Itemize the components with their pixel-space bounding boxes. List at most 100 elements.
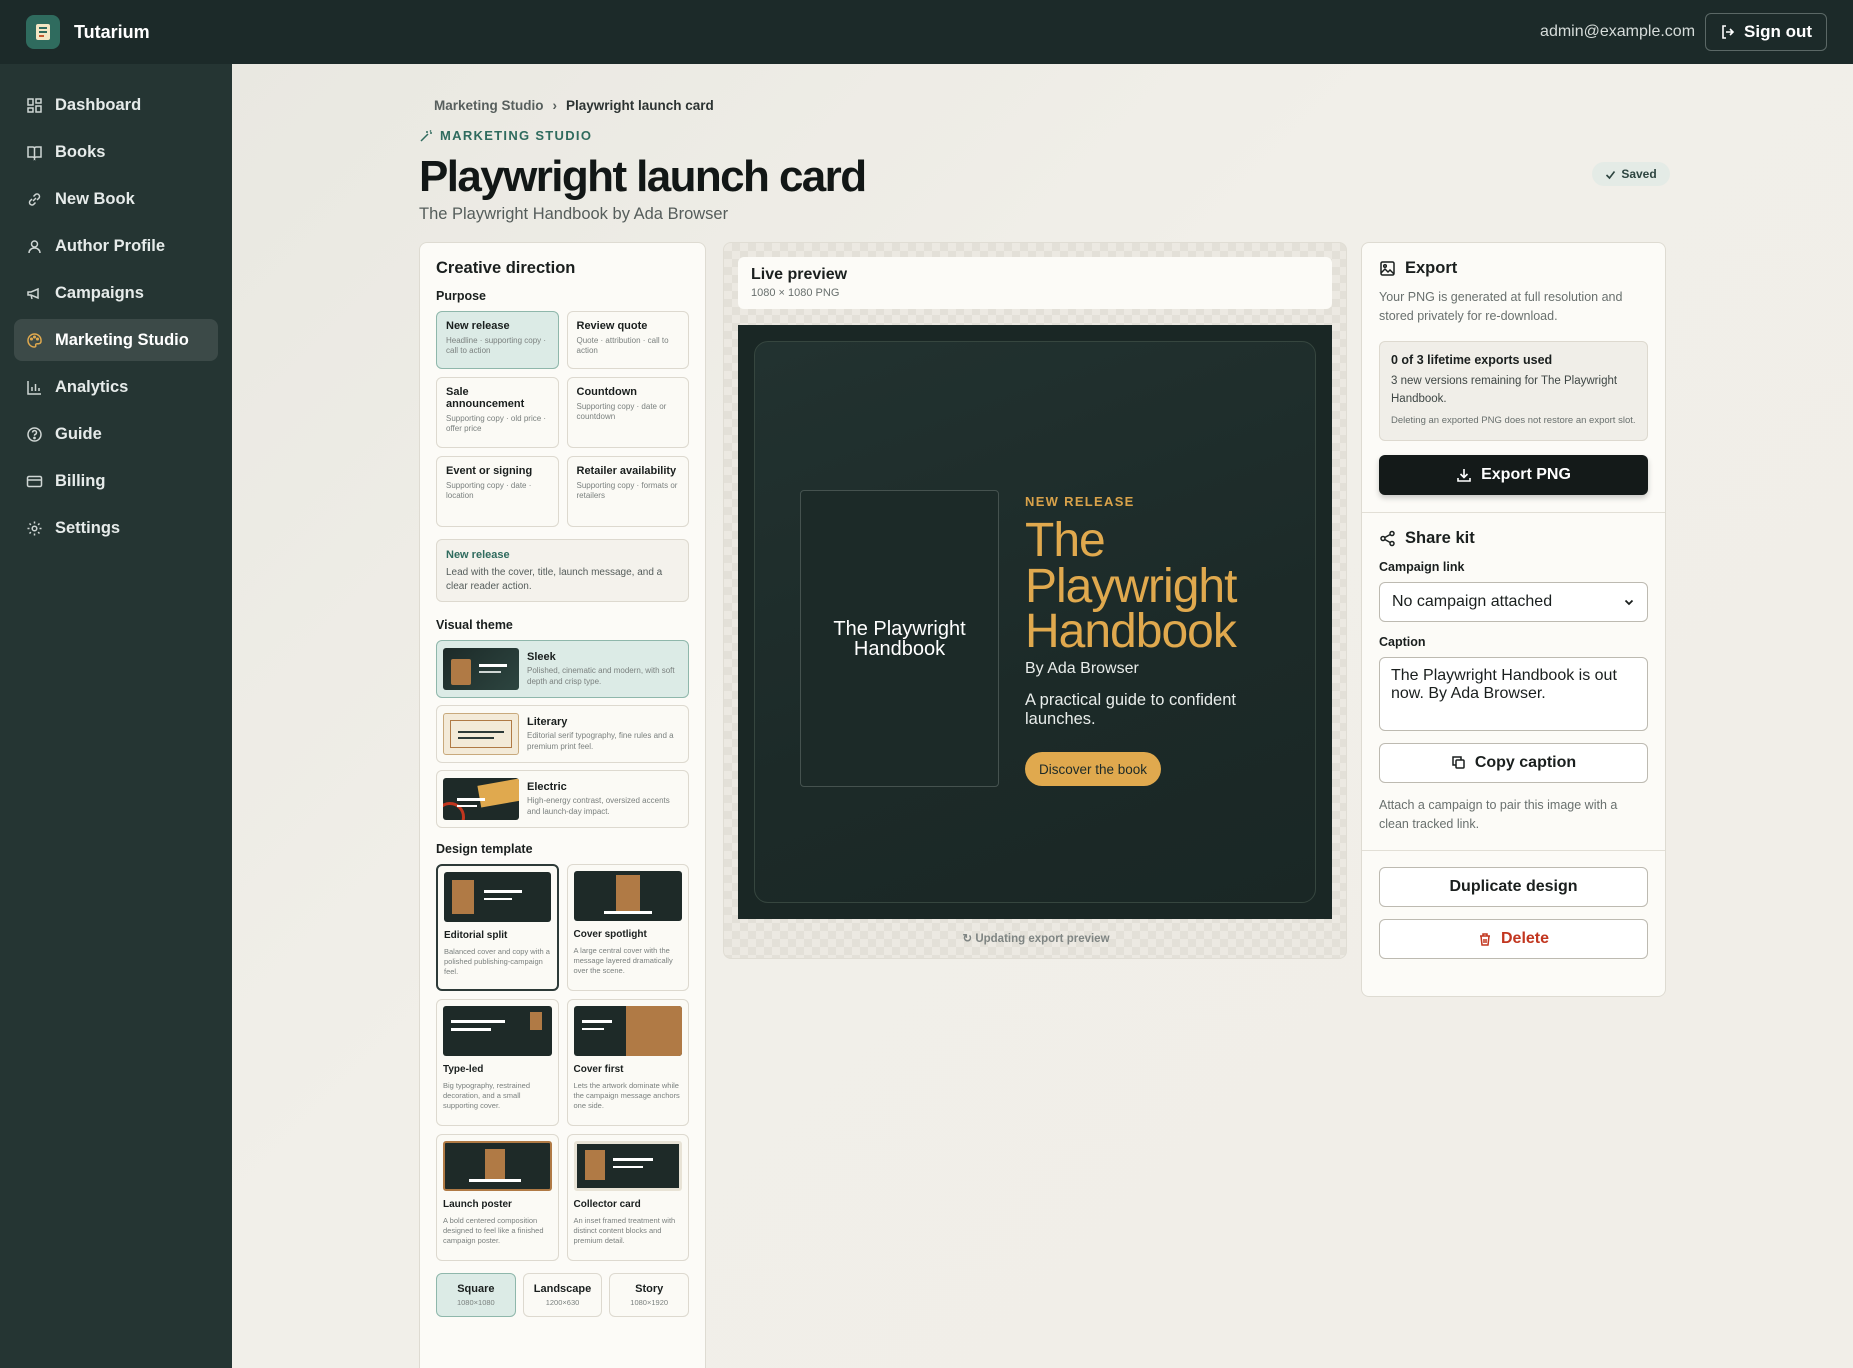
preview-frame: The Playwright Handbook NEW RELEASE The … <box>754 341 1316 903</box>
electric-thumbnail <box>443 778 519 820</box>
campaign-link-label: Campaign link <box>1379 559 1465 574</box>
share-hint: Attach a campaign to pair this image wit… <box>1379 797 1618 831</box>
template-title: Collector card <box>573 1199 641 1210</box>
breadcrumb: Marketing Studio › Playwright launch car… <box>434 98 714 113</box>
duplicate-design-button[interactable]: Duplicate design <box>1379 867 1648 908</box>
purpose-info-desc: Lead with the cover, title, launch messa… <box>446 567 663 592</box>
copy-caption-label: Copy caption <box>1474 753 1577 771</box>
option-title: New release <box>446 320 510 332</box>
size-title: Story <box>635 1283 664 1295</box>
purpose-option-retailer[interactable]: Retailer availability Supporting copy · f… <box>566 456 689 527</box>
caption-textarea[interactable]: The Playwright Handbook is out now. By A… <box>1379 656 1648 731</box>
theme-title: Electric <box>527 781 567 794</box>
saved-label: Saved <box>1621 167 1657 181</box>
template-label: Design template <box>436 842 533 856</box>
preview-canvas: The Playwright Handbook NEW RELEASE The … <box>738 325 1332 919</box>
sidebar-item-books[interactable]: Books <box>14 131 218 173</box>
sidebar-item-new-book[interactable]: New Book <box>14 178 218 220</box>
purpose-option-new-release[interactable]: New release Headline · supporting copy · … <box>436 311 559 369</box>
export-png-button[interactable]: Export PNG <box>1379 454 1648 495</box>
preview-status: ↻ Updating export preview <box>724 931 1348 945</box>
delete-button[interactable]: Delete <box>1379 919 1648 960</box>
export-desc: Your PNG is generated at full resolution… <box>1379 290 1623 324</box>
purpose-info: New release Lead with the cover, title, … <box>436 539 689 602</box>
book-cover: The Playwright Handbook <box>800 490 999 787</box>
chevron-down-icon <box>1624 599 1634 605</box>
sidebar-item-dashboard[interactable]: Dashboard <box>14 84 218 126</box>
sidebar-item-label: Analytics <box>55 377 129 396</box>
credit-card-icon <box>26 475 43 487</box>
campaign-link-select[interactable]: No campaign attached <box>1379 581 1648 622</box>
sidebar-item-label: New Book <box>55 189 135 208</box>
template-desc: Big typography, restrained decoration, a… <box>443 1081 530 1110</box>
preview-headline: The Playwright Handbook <box>1025 514 1237 659</box>
template-type-led[interactable]: Type-led Big typography, restrained deco… <box>436 999 559 1126</box>
help-circle-icon <box>27 426 42 442</box>
check-icon <box>1606 170 1616 179</box>
share-kit-title: Share kit <box>1405 528 1475 547</box>
option-desc: Supporting copy · formats or retailers <box>576 481 678 501</box>
template-grid: Editorial split Balanced cover and copy … <box>436 864 689 1261</box>
sign-out-icon <box>1722 25 1735 39</box>
palette-icon <box>27 332 42 348</box>
preview-title: Live preview <box>751 266 848 283</box>
sign-out-label: Sign out <box>1744 22 1812 41</box>
size-option-square[interactable]: Square 1080×1080 <box>436 1273 516 1317</box>
theme-label: Visual theme <box>436 618 513 632</box>
purpose-option-countdown[interactable]: Countdown Supporting copy · date or count… <box>566 377 689 448</box>
purpose-option-sale[interactable]: Sale announcement Supporting copy · old p… <box>436 377 559 448</box>
export-title: Export <box>1405 259 1458 277</box>
size-title: Square <box>457 1283 495 1295</box>
dashboard-icon <box>27 97 42 113</box>
copy-icon <box>1452 756 1465 769</box>
sidebar-item-billing[interactable]: Billing <box>14 460 218 502</box>
sidebar-item-guide[interactable]: Guide <box>14 413 218 455</box>
preview-tagline: A practical guide to confident launches. <box>1025 691 1236 728</box>
template-editorial-split[interactable]: Editorial split Balanced cover and copy … <box>436 864 559 991</box>
template-cover-spotlight[interactable]: Cover spotlight A large central cover wi… <box>566 864 689 991</box>
spinner-icon: ↻ <box>962 933 973 945</box>
sidebar-item-campaigns[interactable]: Campaigns <box>14 272 218 314</box>
user-email: admin@example.com <box>1540 23 1696 40</box>
app-logo-icon <box>26 15 60 49</box>
export-quota: 0 of 3 lifetime exports used 3 new versi… <box>1379 340 1648 441</box>
purpose-option-review-quote[interactable]: Review quote Quote · attribution · call t… <box>566 311 689 369</box>
quota-desc: 3 new versions remaining for The Playwri… <box>1391 374 1618 405</box>
template-desc: A large central cover with the message l… <box>573 946 673 975</box>
option-title: Retailer availability <box>576 465 677 477</box>
sidebar-item-marketing-studio[interactable]: Marketing Studio <box>14 319 218 361</box>
option-title: Sale announcement <box>446 386 525 410</box>
sidebar-item-analytics[interactable]: Analytics <box>14 366 218 408</box>
sidebar-item-label: Dashboard <box>55 95 142 114</box>
breadcrumb-parent[interactable]: Marketing Studio <box>434 98 544 113</box>
caption-label: Caption <box>1379 634 1426 649</box>
theme-option-sleek[interactable]: Sleek Polished, cinematic and modern, wit… <box>436 640 689 698</box>
purpose-option-event[interactable]: Event or signing Supporting copy · date ·… <box>436 456 559 527</box>
size-desc: 1200×630 <box>545 1298 580 1307</box>
template-cover-first[interactable]: Cover first Lets the artwork dominate wh… <box>566 999 689 1126</box>
quota-title: 0 of 3 lifetime exports used <box>1391 352 1553 367</box>
copy-caption-button[interactable]: Copy caption <box>1379 742 1648 783</box>
chevron-right-icon: › <box>552 98 558 113</box>
size-option-story[interactable]: Story 1080×1920 <box>609 1273 690 1317</box>
size-option-landscape[interactable]: Landscape 1200×630 <box>522 1273 603 1317</box>
theme-option-electric[interactable]: Electric High-energy contrast, oversized … <box>436 770 689 828</box>
theme-desc: Editorial serif typography, fine rules a… <box>527 731 674 751</box>
preview-cta: Discover the book <box>1025 752 1162 786</box>
link-icon <box>28 192 41 206</box>
purpose-grid: New release Headline · supporting copy · … <box>436 311 689 527</box>
theme-title: Sleek <box>527 651 556 664</box>
app-name: Tutarium <box>74 21 150 42</box>
sidebar-item-label: Campaigns <box>55 283 144 302</box>
template-launch-poster[interactable]: Launch poster A bold centered compositio… <box>436 1134 559 1261</box>
template-desc: Balanced cover and copy with a polished … <box>444 947 550 976</box>
preview-meta: 1080 × 1080 PNG <box>751 287 840 299</box>
option-desc: Quote · attribution · call to action <box>576 336 669 356</box>
template-thumbnail <box>573 1006 682 1056</box>
sign-out-button[interactable]: Sign out <box>1705 13 1827 51</box>
theme-option-literary[interactable]: Literary Editorial serif typography, fine… <box>436 705 689 763</box>
sidebar-item-settings[interactable]: Settings <box>14 507 218 549</box>
sidebar-item-author-profile[interactable]: Author Profile <box>14 225 218 267</box>
sleek-thumbnail <box>443 648 519 690</box>
template-collector-card[interactable]: Collector card An inset framed treatment… <box>566 1134 689 1261</box>
